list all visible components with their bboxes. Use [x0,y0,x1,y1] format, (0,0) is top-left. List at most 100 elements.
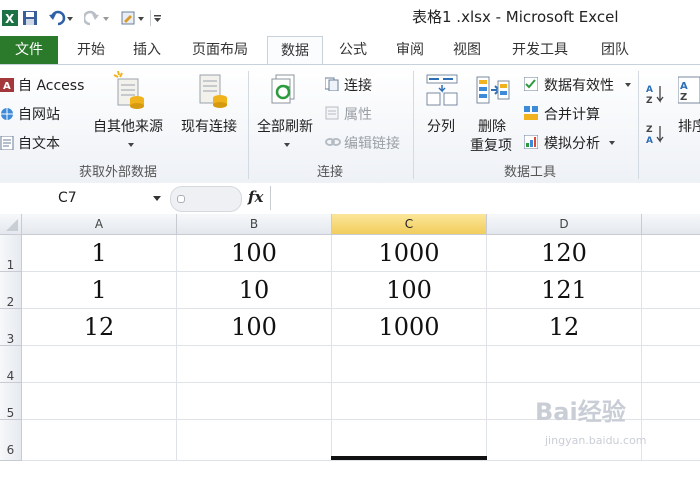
what-if-analysis-button[interactable]: 模拟分析 [544,133,600,153]
chevron-down-icon[interactable] [625,83,631,87]
table-cell[interactable] [332,420,487,461]
redo-icon[interactable] [82,9,112,27]
refresh-all-button[interactable]: 全部刷新 [257,116,313,136]
chevron-down-icon[interactable] [153,196,161,201]
table-cell[interactable] [642,346,700,383]
table-cell[interactable]: 1000 [332,309,487,346]
table-cell[interactable] [177,346,332,383]
table-cell[interactable] [642,272,700,309]
svg-text:Z: Z [680,92,687,103]
undo-icon[interactable] [48,9,76,27]
table-cell[interactable] [177,420,332,461]
table-cell[interactable]: 100 [177,235,332,272]
table-cell[interactable]: 100 [177,309,332,346]
sort-az-icon[interactable]: AZ [646,83,666,109]
table-cell[interactable] [22,383,177,420]
select-all-button[interactable] [0,214,22,235]
text-to-columns-icon [426,73,458,111]
svg-text:Z: Z [646,125,653,135]
table-cell[interactable]: 10 [177,272,332,309]
remove-duplicates-icon [476,73,510,111]
title-bar: X 表格1 .xlsx - Microsoft Excel [0,0,700,36]
table-cell[interactable]: 1 [22,235,177,272]
formula-input[interactable] [270,186,700,210]
table-cell[interactable] [22,346,177,383]
table-cell[interactable] [332,346,487,383]
active-cell-border[interactable] [331,456,487,460]
refresh-all-icon [270,73,302,113]
chevron-down-icon[interactable] [284,143,290,147]
tab-team[interactable]: 团队 [588,36,642,64]
table-cell[interactable]: 1 [22,272,177,309]
row-header[interactable]: 3 [0,309,22,346]
insert-function-icon[interactable]: fx [248,188,263,206]
save-icon[interactable] [22,9,38,27]
table-cell[interactable]: 100 [332,272,487,309]
remove-duplicates-button-line2[interactable]: 重复项 [470,135,512,155]
table-cell[interactable] [642,235,700,272]
sort-button[interactable]: 排序 [678,116,700,136]
table-cell[interactable] [642,309,700,346]
column-header-d[interactable]: D [487,214,642,235]
table-cell[interactable] [642,420,700,461]
customize-toolbar-icon[interactable] [150,9,162,27]
from-other-sources-button[interactable]: 自其他来源 [93,116,163,136]
other-sources-icon [112,70,148,113]
properties-button[interactable]: 属性 [344,104,372,124]
consolidate-button[interactable]: 合并计算 [544,104,600,124]
table-cell[interactable]: 12 [22,309,177,346]
tab-review[interactable]: 审阅 [383,36,437,64]
chevron-down-icon[interactable] [609,141,615,145]
remove-duplicates-button[interactable]: 删除 [478,116,506,136]
row-header[interactable]: 1 [0,235,22,272]
data-validation-button[interactable]: 数据有效性 [544,75,614,95]
column-header-c[interactable]: C [332,214,487,235]
edit-links-button[interactable]: 编辑链接 [344,133,400,153]
connections-button[interactable]: 连接 [344,75,372,95]
group-separator [248,71,249,179]
row-header[interactable]: 2 [0,272,22,309]
chevron-down-icon[interactable] [128,143,134,147]
excel-app-icon[interactable]: X [2,9,18,27]
tab-home[interactable]: 开始 [64,36,118,64]
name-box[interactable]: C7 [0,187,170,209]
table-cell[interactable]: 120 [487,235,642,272]
table-cell[interactable]: 121 [487,272,642,309]
column-header-a[interactable]: A [22,214,177,235]
tab-developer[interactable]: 开发工具 [500,36,580,64]
table-cell[interactable]: 1000 [332,235,487,272]
text-file-icon [0,135,14,151]
tab-formulas[interactable]: 公式 [326,36,380,64]
row-header[interactable]: 5 [0,383,22,420]
tab-file[interactable]: 文件 [0,36,58,64]
table-cell[interactable] [487,346,642,383]
table-cell[interactable] [177,383,332,420]
row-header[interactable]: 4 [0,346,22,383]
svg-text:Z: Z [646,96,653,105]
text-to-columns-button[interactable]: 分列 [427,116,455,136]
from-access-button[interactable]: 自 Access [18,75,84,95]
existing-connections-button[interactable]: 现有连接 [181,116,237,136]
svg-text:A: A [646,85,653,95]
row-header[interactable]: 6 [0,420,22,461]
tab-page-layout[interactable]: 页面布局 [180,36,260,64]
tab-data[interactable]: 数据 [267,36,323,66]
formula-bar-splitter[interactable] [170,186,242,212]
table-cell[interactable]: 12 [487,309,642,346]
column-header-e[interactable] [642,214,700,235]
what-if-analysis-icon [523,134,539,150]
format-painter-icon[interactable] [120,9,146,27]
sort-za-icon[interactable]: ZA [646,123,666,149]
existing-connections-icon [196,71,230,113]
table-cell[interactable] [22,420,177,461]
svg-text:X: X [5,12,15,26]
column-header-b[interactable]: B [177,214,332,235]
tab-view[interactable]: 视图 [440,36,494,64]
from-web-button[interactable]: 自网站 [18,104,60,124]
table-cell[interactable] [332,383,487,420]
tab-insert[interactable]: 插入 [120,36,174,64]
group-label-external-data: 获取外部数据 [78,165,157,180]
table-cell[interactable] [642,383,700,420]
from-text-button[interactable]: 自文本 [18,133,60,153]
watermark-logo: Bai经验 [535,398,626,426]
